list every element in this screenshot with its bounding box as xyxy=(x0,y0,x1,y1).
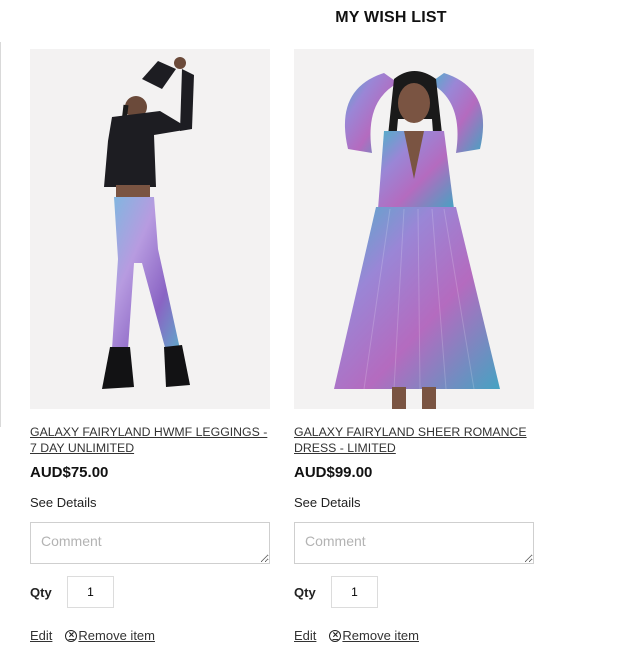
edit-link[interactable]: Edit xyxy=(294,628,316,643)
item-actions: Edit × Remove item xyxy=(294,628,534,643)
remove-item-link[interactable]: × Remove item xyxy=(329,628,419,643)
left-divider xyxy=(0,42,1,427)
wishlist-item: GALAXY FAIRYLAND SHEER ROMANCE DRESS - L… xyxy=(294,49,534,643)
remove-item-link[interactable]: × Remove item xyxy=(65,628,155,643)
qty-label: Qty xyxy=(30,584,52,600)
see-details-toggle[interactable]: See Details xyxy=(30,495,270,510)
product-name-link[interactable]: GALAXY FAIRYLAND SHEER ROMANCE DRESS - L… xyxy=(294,424,534,456)
edit-link[interactable]: Edit xyxy=(30,628,52,643)
product-image[interactable] xyxy=(30,49,270,409)
wishlist-item: GALAXY FAIRYLAND HWMF LEGGINGS - 7 DAY U… xyxy=(30,49,270,643)
product-price: AUD$75.00 xyxy=(30,464,109,481)
product-price: AUD$99.00 xyxy=(294,464,373,481)
product-name-link[interactable]: GALAXY FAIRYLAND HWMF LEGGINGS - 7 DAY U… xyxy=(30,424,270,456)
x-circle-icon: × xyxy=(65,629,78,642)
product-image[interactable] xyxy=(294,49,534,409)
qty-row: Qty xyxy=(294,576,534,608)
comment-field[interactable] xyxy=(30,522,270,564)
item-actions: Edit × Remove item xyxy=(30,628,270,643)
qty-label: Qty xyxy=(294,584,316,600)
remove-item-label: Remove item xyxy=(342,628,419,643)
remove-item-label: Remove item xyxy=(78,628,155,643)
qty-input[interactable] xyxy=(331,576,378,608)
x-circle-icon: × xyxy=(329,629,342,642)
comment-field[interactable] xyxy=(294,522,534,564)
qty-input[interactable] xyxy=(67,576,114,608)
see-details-toggle[interactable]: See Details xyxy=(294,495,534,510)
page-title: MY WISH LIST xyxy=(335,9,447,26)
qty-row: Qty xyxy=(30,576,270,608)
